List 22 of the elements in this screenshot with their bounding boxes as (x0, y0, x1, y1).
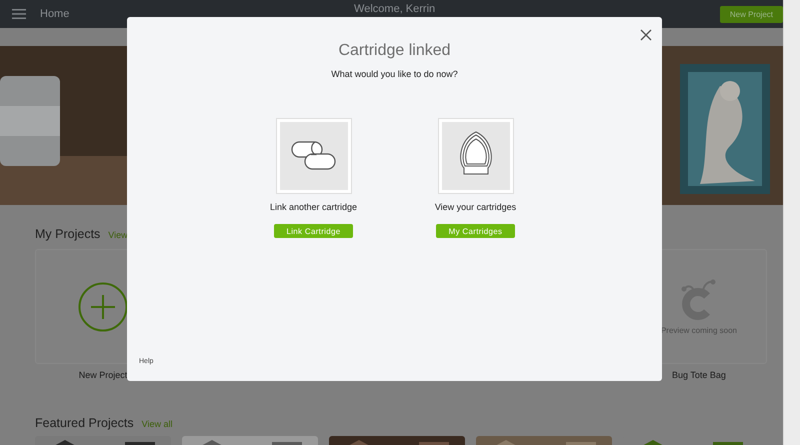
new-project-button[interactable]: New Project (720, 6, 783, 22)
dialog-prompt: What would you like to do now? (331, 69, 458, 79)
section-title: My Projects (35, 227, 100, 241)
option-tile[interactable] (276, 119, 350, 193)
close-icon[interactable] (640, 29, 652, 41)
chain-link-icon (290, 141, 336, 171)
view-all-link[interactable]: View all (142, 419, 173, 429)
add-icon (78, 282, 128, 332)
card-label: Bug Tote Bag (672, 370, 726, 380)
option-button[interactable]: Link Cartridge (274, 224, 353, 238)
menu-icon[interactable] (12, 9, 26, 19)
view-all-link[interactable]: View (108, 230, 128, 240)
section-title: Featured Projects (35, 416, 134, 430)
welcome-text: Welcome, Kerrin (353, 3, 436, 15)
option-caption: View your cartridges (434, 202, 516, 212)
scrollbar[interactable] (783, 0, 800, 445)
home-title: Home (40, 8, 70, 20)
card-label: New Project (78, 370, 128, 380)
option-caption: Link another cartridge (270, 202, 358, 212)
option-button[interactable]: My Cartridges (436, 224, 515, 238)
dialog-title: Cartridge linked (338, 42, 451, 60)
option-tile[interactable] (438, 119, 512, 193)
